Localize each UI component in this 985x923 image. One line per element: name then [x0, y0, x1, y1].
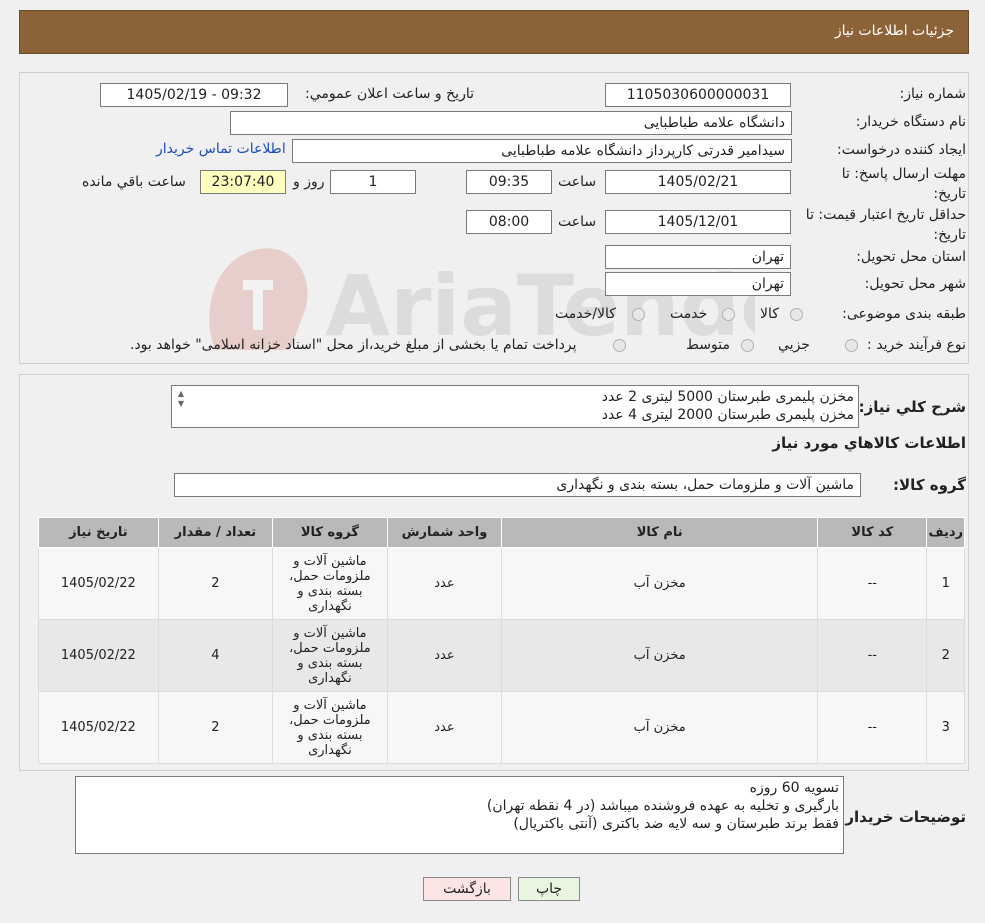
remaining-label: ساعت باقي مانده	[82, 174, 186, 190]
buyer-org-field: دانشگاه علامه طباطبایی	[230, 111, 792, 135]
creator-label: ایجاد کننده درخواست:	[837, 142, 966, 158]
announce-label: تاریخ و ساعت اعلان عمومي:	[305, 86, 474, 102]
validity-label: حداقل تاریخ اعتبار قیمت: تا تاریخ:	[805, 207, 966, 243]
category-goods-service-radio[interactable]	[632, 308, 645, 321]
col-date-header: تاریخ نیاز	[38, 517, 159, 548]
cell-group: ماشین آلات و ملزومات حمل، بسته بندی و نگ…	[272, 547, 388, 620]
days-field: 1	[330, 170, 416, 194]
table-row: 1 -- مخزن آب عدد ماشین آلات و ملزومات حم…	[38, 547, 965, 620]
process-type-label: نوع فرآیند خرید :	[867, 337, 966, 353]
deadline-time-label: ساعت	[558, 174, 597, 190]
summary-label: شرح کلي نیاز:	[858, 398, 966, 416]
cell-row-number: 3	[926, 691, 965, 764]
process-medium-radio[interactable]	[741, 339, 754, 352]
cell-group: ماشین آلات و ملزومات حمل، بسته بندی و نگ…	[272, 619, 388, 692]
category-service-label: خدمت	[670, 306, 708, 322]
province-label: استان محل تحویل:	[856, 249, 966, 265]
summary-textarea[interactable]: مخزن پلیمری طبرستان 5000 لیتری 2 عدد مخز…	[171, 385, 859, 428]
announce-datetime-field: 1405/02/19 - 09:32	[100, 83, 288, 107]
city-label: شهر محل تحویل:	[864, 276, 966, 292]
validity-time-field: 08:00	[466, 210, 552, 234]
buyer-notes-line-3: فقط برند طبرستان و سه لایه ضد باکتری (آن…	[513, 816, 839, 832]
category-goods-service-label: کالا/خدمت	[555, 306, 616, 322]
province-field: تهران	[605, 245, 791, 269]
buyer-org-label: نام دستگاه خریدار:	[855, 114, 966, 130]
cell-date: 1405/02/22	[38, 691, 159, 764]
process-minor-radio[interactable]	[845, 339, 858, 352]
col-qty-header: تعداد / مقدار	[157, 517, 274, 548]
validity-date-field: 1405/12/01	[605, 210, 791, 234]
process-treasury-checkbox[interactable]	[613, 339, 626, 352]
table-header-row: ردیف کد کالا نام کالا واحد شمارش گروه کا…	[38, 517, 965, 548]
back-button[interactable]: بازگشت	[423, 877, 511, 901]
cell-code: --	[817, 547, 928, 620]
cell-row-number: 2	[926, 619, 965, 692]
scroll-up-icon[interactable]: ▲	[174, 389, 188, 398]
need-number-field: 1105030600000031	[605, 83, 791, 107]
col-row-header: ردیف	[926, 517, 965, 548]
cell-qty: 4	[157, 619, 274, 692]
buyer-notes-label: توضیحات خریدار:	[839, 808, 966, 826]
category-goods-radio[interactable]	[790, 308, 803, 321]
need-number-label: شماره نیاز:	[899, 86, 967, 102]
deadline-date-field: 1405/02/21	[605, 170, 791, 194]
buyer-contact-link[interactable]: اطلاعات تماس خریدار	[156, 141, 286, 157]
cell-unit: عدد	[386, 691, 503, 764]
scroll-down-icon[interactable]: ▼	[174, 399, 188, 408]
cell-qty: 2	[157, 547, 274, 620]
page-header: جزئیات اطلاعات نیاز	[19, 10, 969, 54]
cell-group: ماشین آلات و ملزومات حمل، بسته بندی و نگ…	[272, 691, 388, 764]
creator-field: سیدامیر قدرتی کارپرداز دانشگاه علامه طبا…	[292, 139, 792, 163]
summary-line-1: مخزن پلیمری طبرستان 5000 لیتری 2 عدد	[601, 389, 854, 405]
goods-group-label: گروه کالا:	[893, 476, 966, 494]
days-label: روز و	[293, 174, 325, 190]
cell-unit: عدد	[386, 547, 503, 620]
col-name-header: نام کالا	[501, 517, 819, 548]
buyer-notes-textarea[interactable]: تسویه 60 روزه بارگیری و تخلیه به عهده فر…	[75, 776, 844, 854]
print-button[interactable]: چاپ	[518, 877, 580, 901]
table-row: 2 -- مخزن آب عدد ماشین آلات و ملزومات حم…	[38, 619, 965, 692]
process-minor-label: جزیي	[778, 337, 810, 353]
process-treasury-note: پرداخت تمام یا بخشی از مبلغ خرید،از محل …	[130, 337, 577, 353]
validity-time-label: ساعت	[558, 214, 597, 230]
deadline-label: مهلت ارسال پاسخ: تا تاریخ:	[841, 166, 966, 202]
process-medium-label: متوسط	[686, 337, 730, 353]
cell-name: مخزن آب	[501, 547, 819, 620]
page-title: جزئیات اطلاعات نیاز	[834, 23, 954, 39]
buyer-notes-line-1: تسویه 60 روزه	[749, 780, 839, 796]
cell-date: 1405/02/22	[38, 547, 159, 620]
deadline-time-field: 09:35	[466, 170, 552, 194]
col-unit-header: واحد شمارش	[386, 517, 503, 548]
city-field: تهران	[605, 272, 791, 296]
cell-code: --	[817, 619, 928, 692]
remaining-time-field: 23:07:40	[200, 170, 286, 194]
col-code-header: کد کالا	[817, 517, 928, 548]
summary-line-2: مخزن پلیمری طبرستان 2000 لیتری 4 عدد	[601, 407, 854, 423]
table-row: 3 -- مخزن آب عدد ماشین آلات و ملزومات حم…	[38, 691, 965, 764]
goods-table: ردیف کد کالا نام کالا واحد شمارش گروه کا…	[38, 517, 965, 764]
cell-code: --	[817, 691, 928, 764]
category-service-radio[interactable]	[722, 308, 735, 321]
cell-row-number: 1	[926, 547, 965, 620]
category-label: طبقه بندی موضوعی:	[842, 306, 966, 322]
cell-name: مخزن آب	[501, 619, 819, 692]
cell-qty: 2	[157, 691, 274, 764]
buyer-notes-line-2: بارگیری و تخلیه به عهده فروشنده میباشد (…	[486, 798, 839, 814]
cell-name: مخزن آب	[501, 691, 819, 764]
cell-date: 1405/02/22	[38, 619, 159, 692]
goods-info-title: اطلاعات کالاهاي مورد نیاز	[772, 434, 966, 452]
cell-unit: عدد	[386, 619, 503, 692]
goods-group-field: ماشین آلات و ملزومات حمل، بسته بندی و نگ…	[174, 473, 861, 497]
category-goods-label: کالا	[760, 306, 779, 322]
col-group-header: گروه کالا	[272, 517, 388, 548]
